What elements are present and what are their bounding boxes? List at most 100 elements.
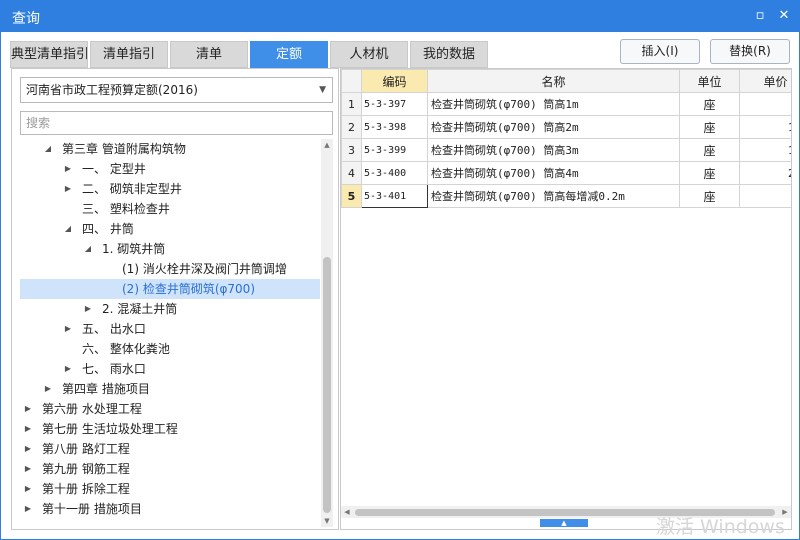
- cell-code[interactable]: 5-3-401: [361, 184, 428, 208]
- expand-arrow-icon[interactable]: ▶: [82, 299, 94, 319]
- cell-price[interactable]: 12: [739, 184, 791, 208]
- table-row-current[interactable]: 5 5-3-401 检查井筒砌筑(φ700) 筒高每增减0.2m 座 12: [341, 184, 791, 208]
- quota-tree: ◢ 第三章 管道附属构筑物 ▶ 一、 定型井 ▶ 二、 砌筑非定型井 三、 塑料…: [12, 139, 320, 529]
- tree-node-label: (1) 消火栓井深及阀门井筒调增: [122, 262, 287, 276]
- column-header-name[interactable]: 名称: [427, 69, 680, 93]
- tree-node-label: 七、 雨水口: [82, 362, 146, 376]
- expand-arrow-icon[interactable]: ▶: [42, 379, 54, 399]
- restore-icon[interactable]: ▫: [752, 8, 768, 24]
- tree-node-label: 五、 出水口: [82, 322, 146, 336]
- table-row[interactable]: 3 5-3-399 检查井筒砌筑(φ700) 筒高3m 座 169: [341, 138, 791, 162]
- cell-name[interactable]: 检查井筒砌筑(φ700) 筒高2m: [427, 115, 680, 139]
- row-number: 5: [341, 184, 362, 208]
- title-bar: 查询 ▫ ✕: [0, 0, 800, 32]
- tree-node[interactable]: ▶ 第十一册 措施项目: [20, 499, 320, 519]
- scrollbar-thumb[interactable]: [323, 257, 331, 513]
- table-row[interactable]: 4 5-3-400 检查井筒砌筑(φ700) 筒高4m 座 224: [341, 161, 791, 185]
- tree-node-label: 第六册 水处理工程: [42, 402, 142, 416]
- expand-arrow-icon[interactable]: ▶: [22, 419, 34, 439]
- tree-node-label: 第三章 管道附属构筑物: [62, 142, 186, 156]
- tab-materials[interactable]: 人材机: [330, 41, 408, 68]
- cell-name[interactable]: 检查井筒砌筑(φ700) 筒高每增减0.2m: [427, 184, 680, 208]
- table-row[interactable]: 2 5-3-398 检查井筒砌筑(φ700) 筒高2m 座 114: [341, 115, 791, 139]
- tree-node[interactable]: ◢ 1. 砌筑井筒: [20, 239, 320, 259]
- tab-bill-guide[interactable]: 清单指引: [90, 41, 168, 68]
- tree-node[interactable]: ▶ 第九册 钢筋工程: [20, 459, 320, 479]
- insert-button[interactable]: 插入(I): [620, 39, 700, 64]
- close-icon[interactable]: ✕: [776, 8, 792, 24]
- tree-scrollbar[interactable]: ▲ ▼: [321, 139, 333, 527]
- column-header-code[interactable]: 编码: [361, 69, 428, 93]
- cell-unit[interactable]: 座: [679, 138, 740, 162]
- expand-arrow-icon[interactable]: ▶: [62, 159, 74, 179]
- window-title: 查询: [12, 11, 40, 27]
- cell-unit[interactable]: 座: [679, 161, 740, 185]
- tree-node-label: 第七册 生活垃圾处理工程: [42, 422, 178, 436]
- row-number: 3: [341, 138, 362, 162]
- scroll-up-icon[interactable]: ▲: [321, 139, 333, 151]
- tree-node[interactable]: ▶ 第八册 路灯工程: [20, 439, 320, 459]
- cell-price[interactable]: 169: [739, 138, 791, 162]
- tree-node[interactable]: ▶ 第六册 水处理工程: [20, 399, 320, 419]
- expand-arrow-icon[interactable]: ▶: [22, 499, 34, 519]
- library-select[interactable]: 河南省市政工程预算定额(2016) ▼: [20, 77, 333, 103]
- cell-unit[interactable]: 座: [679, 115, 740, 139]
- expand-arrow-icon[interactable]: ◢: [42, 139, 54, 159]
- column-header-unit[interactable]: 单位: [679, 69, 740, 93]
- cell-code[interactable]: 5-3-397: [361, 92, 428, 116]
- quota-table-panel: 编码 名称 单位 单价 1 5-3-397 检查井筒砌筑(φ700) 筒高1m …: [340, 68, 792, 530]
- cell-code[interactable]: 5-3-400: [361, 161, 428, 185]
- tab-quota[interactable]: 定额: [250, 41, 328, 68]
- tree-node[interactable]: ◢ 四、 井筒: [20, 219, 320, 239]
- tree-node-selected[interactable]: (2) 检查井筒砌筑(φ700): [20, 279, 320, 299]
- tree-node[interactable]: 三、 塑料检查井: [20, 199, 320, 219]
- expand-arrow-icon[interactable]: ◢: [62, 219, 74, 239]
- tree-node[interactable]: ▶ 二、 砌筑非定型井: [20, 179, 320, 199]
- tree-node[interactable]: ▶ 一、 定型井: [20, 159, 320, 179]
- table-row[interactable]: 1 5-3-397 检查井筒砌筑(φ700) 筒高1m 座 60: [341, 92, 791, 116]
- scroll-left-icon[interactable]: ◀: [341, 506, 353, 518]
- tree-node[interactable]: ▶ 五、 出水口: [20, 319, 320, 339]
- collapse-panel-button[interactable]: ▲: [540, 519, 588, 527]
- expand-arrow-icon[interactable]: ◢: [82, 239, 94, 259]
- tree-node-label: 1. 砌筑井筒: [102, 242, 166, 256]
- expand-arrow-icon[interactable]: ▶: [62, 359, 74, 379]
- tab-my-data[interactable]: 我的数据: [410, 41, 488, 68]
- tree-node[interactable]: 六、 整体化粪池: [20, 339, 320, 359]
- search-input[interactable]: [20, 111, 333, 135]
- scroll-down-icon[interactable]: ▼: [321, 515, 333, 527]
- cell-name[interactable]: 检查井筒砌筑(φ700) 筒高1m: [427, 92, 680, 116]
- tree-node[interactable]: ▶ 七、 雨水口: [20, 359, 320, 379]
- column-header-rownum: [341, 69, 362, 93]
- column-header-price[interactable]: 单价: [739, 69, 791, 93]
- tree-node-label: 第十一册 措施项目: [42, 502, 142, 516]
- expand-arrow-icon[interactable]: ▶: [22, 479, 34, 499]
- tree-node[interactable]: ▶ 第十册 拆除工程: [20, 479, 320, 499]
- expand-arrow-icon[interactable]: ▶: [62, 319, 74, 339]
- tree-node-label: 第十册 拆除工程: [42, 482, 130, 496]
- tree-node[interactable]: ▶ 2. 混凝土井筒: [20, 299, 320, 319]
- cell-code[interactable]: 5-3-399: [361, 138, 428, 162]
- cell-unit[interactable]: 座: [679, 184, 740, 208]
- cell-price[interactable]: 60: [739, 92, 791, 116]
- tree-node[interactable]: ▶ 第四章 措施项目: [20, 379, 320, 399]
- row-number: 2: [341, 115, 362, 139]
- expand-arrow-icon[interactable]: ▶: [62, 179, 74, 199]
- cell-name[interactable]: 检查井筒砌筑(φ700) 筒高4m: [427, 161, 680, 185]
- tab-bill[interactable]: 清单: [170, 41, 248, 68]
- tree-node[interactable]: (1) 消火栓井深及阀门井筒调增: [20, 259, 320, 279]
- cell-unit[interactable]: 座: [679, 92, 740, 116]
- cell-code[interactable]: 5-3-398: [361, 115, 428, 139]
- replace-button[interactable]: 替换(R): [710, 39, 790, 64]
- tree-node[interactable]: ▶ 第七册 生活垃圾处理工程: [20, 419, 320, 439]
- tree-node-label: 六、 整体化粪池: [82, 342, 170, 356]
- cell-price[interactable]: 114: [739, 115, 791, 139]
- tree-node-label: 一、 定型井: [82, 162, 146, 176]
- expand-arrow-icon[interactable]: ▶: [22, 459, 34, 479]
- expand-arrow-icon[interactable]: ▶: [22, 439, 34, 459]
- cell-name[interactable]: 检查井筒砌筑(φ700) 筒高3m: [427, 138, 680, 162]
- cell-price[interactable]: 224: [739, 161, 791, 185]
- expand-arrow-icon[interactable]: ▶: [22, 399, 34, 419]
- tab-typical-bill-guide[interactable]: 典型清单指引: [10, 41, 88, 68]
- tree-node[interactable]: ◢ 第三章 管道附属构筑物: [20, 139, 320, 159]
